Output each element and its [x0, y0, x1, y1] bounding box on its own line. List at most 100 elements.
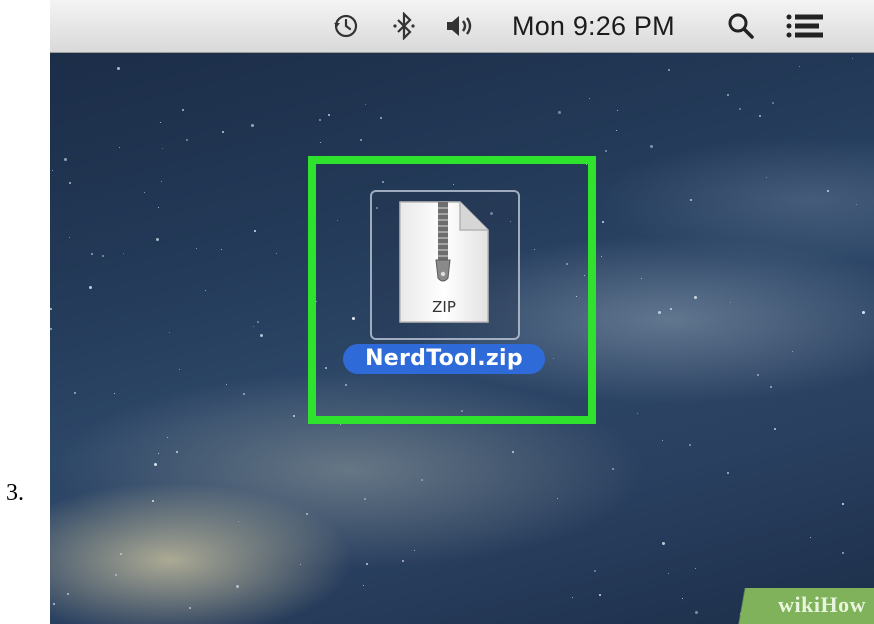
- star: [605, 150, 607, 152]
- star: [601, 256, 602, 257]
- star: [158, 453, 159, 454]
- star: [739, 108, 741, 110]
- star: [366, 563, 368, 565]
- star: [114, 393, 115, 394]
- star: [176, 451, 178, 453]
- star: [682, 598, 683, 599]
- star: [50, 328, 52, 330]
- star: [792, 351, 793, 352]
- star: [156, 238, 159, 241]
- star: [557, 498, 558, 499]
- star: [730, 302, 731, 303]
- star: [117, 67, 120, 70]
- spotlight-search-icon[interactable]: [726, 10, 756, 42]
- star: [257, 321, 259, 323]
- menu-bar: Mon 9:26 PM: [50, 0, 874, 53]
- star: [186, 139, 188, 141]
- star: [226, 384, 227, 385]
- star: [637, 413, 638, 414]
- star: [589, 98, 590, 99]
- star: [158, 207, 159, 208]
- star: [160, 122, 161, 123]
- star: [102, 255, 104, 257]
- star: [690, 199, 692, 201]
- star: [144, 192, 145, 193]
- star: [421, 479, 423, 481]
- star: [300, 564, 301, 565]
- star: [167, 437, 168, 438]
- star: [617, 110, 618, 111]
- star: [365, 104, 366, 105]
- star: [154, 463, 157, 466]
- star: [402, 560, 404, 562]
- star: [695, 568, 696, 569]
- star: [179, 369, 180, 370]
- star: [602, 221, 604, 223]
- star: [364, 498, 366, 500]
- star: [276, 253, 277, 254]
- star: [641, 278, 642, 279]
- star: [161, 181, 162, 182]
- star: [69, 182, 71, 184]
- star: [67, 593, 69, 595]
- star: [727, 472, 729, 474]
- star: [594, 570, 596, 572]
- star: [759, 115, 761, 117]
- star: [662, 440, 663, 441]
- star: [69, 237, 70, 238]
- star: [380, 117, 382, 119]
- time-machine-icon[interactable]: [330, 10, 362, 42]
- star: [222, 131, 224, 133]
- star: [74, 392, 76, 394]
- star: [599, 594, 601, 596]
- star: [856, 204, 857, 205]
- star: [558, 111, 561, 114]
- star: [162, 148, 163, 149]
- star: [115, 574, 117, 576]
- zip-icon-label: ZIP: [432, 298, 456, 316]
- step-number: 3.: [6, 480, 24, 506]
- star: [766, 177, 767, 178]
- star: [254, 230, 256, 232]
- star: [668, 69, 670, 71]
- star: [328, 114, 330, 116]
- star: [319, 119, 321, 121]
- star: [827, 190, 829, 192]
- star: [662, 542, 665, 545]
- star: [238, 521, 239, 522]
- star: [306, 513, 308, 515]
- star: [320, 142, 321, 143]
- star: [91, 253, 93, 255]
- star: [770, 386, 772, 388]
- file-name-label[interactable]: NerdTool.zip: [343, 344, 545, 374]
- menu-clock[interactable]: Mon 9:26 PM: [512, 11, 675, 42]
- star: [243, 393, 245, 395]
- star: [670, 308, 672, 310]
- star: [757, 374, 759, 376]
- star: [852, 58, 853, 59]
- volume-icon[interactable]: [442, 10, 476, 42]
- star: [512, 451, 514, 453]
- wikihow-logo: wikiHow: [778, 592, 866, 617]
- star: [120, 553, 122, 555]
- star: [205, 290, 206, 291]
- star: [774, 428, 776, 430]
- star: [169, 332, 170, 333]
- wikihow-watermark: wikiHow: [722, 588, 874, 624]
- star: [727, 94, 729, 96]
- star: [862, 311, 865, 314]
- star: [123, 253, 124, 254]
- notification-center-icon[interactable]: [784, 10, 826, 42]
- star: [119, 147, 120, 148]
- star: [152, 500, 154, 502]
- star: [340, 424, 341, 425]
- star: [196, 248, 197, 249]
- star: [89, 286, 92, 289]
- star: [189, 607, 191, 609]
- star: [650, 145, 653, 148]
- bluetooth-icon[interactable]: [390, 10, 418, 42]
- star: [360, 139, 362, 141]
- star: [221, 249, 222, 250]
- star: [260, 334, 263, 337]
- mac-desktop-screenshot: Mon 9:26 PM ZIP NerdTool.zip wikiHow: [50, 0, 874, 624]
